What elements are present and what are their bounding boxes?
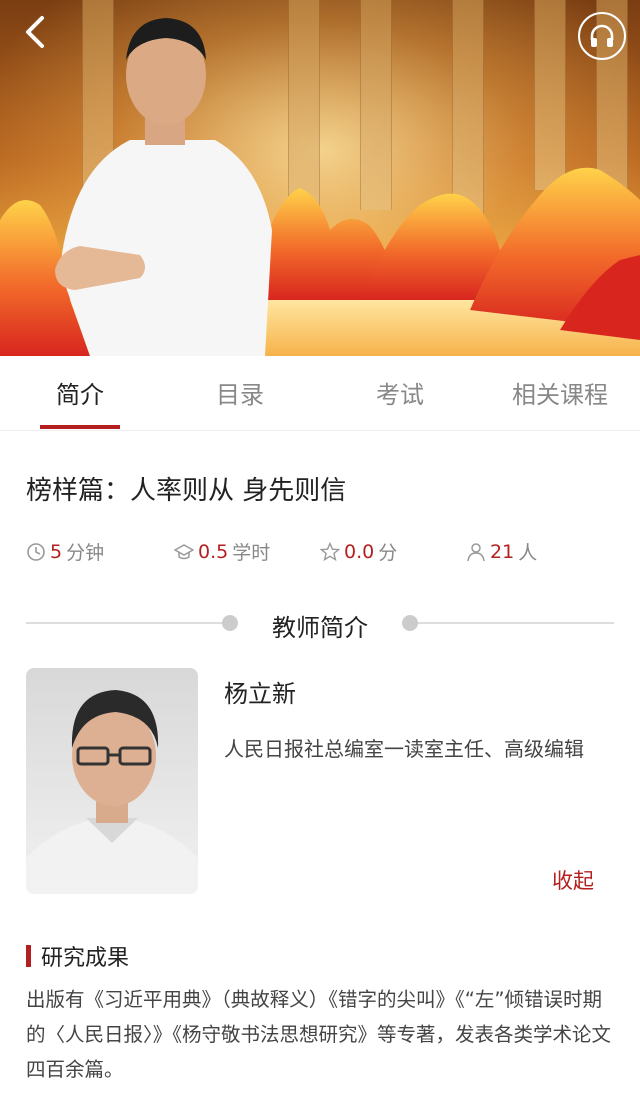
collapse-button[interactable]: 收起 [552,865,594,895]
course-tabs: 简介 目录 考试 相关课程 [0,356,640,431]
teacher-description: 人民日报社总编室一读室主任、高级编辑 [224,737,584,761]
rating-value: 0.0 [344,540,375,563]
duration-value: 5 [50,540,63,563]
credit-stat: 0.5 学时 [174,538,270,565]
tab-exam[interactable]: 考试 [320,356,480,430]
divider-dot-right [402,615,418,631]
star-icon [320,541,340,561]
back-button[interactable] [18,14,54,50]
tab-intro[interactable]: 简介 [0,356,160,430]
teacher-avatar [26,668,198,894]
teacher-section-heading: 教师简介 [272,614,368,642]
tab-catalog[interactable]: 目录 [160,356,320,430]
teacher-name: 杨立新 [224,680,296,708]
research-heading-row: 研究成果 [26,940,129,972]
rating-stat: 0.0 分 [320,538,397,565]
divider-line-right [418,622,614,624]
rating-unit: 分 [378,542,398,564]
graduation-cap-icon [174,543,194,559]
audio-mode-button[interactable] [578,12,626,60]
active-tab-indicator [40,425,120,429]
section-accent-bar [26,945,31,967]
learners-stat: 21 人 [466,538,537,565]
teacher-portrait [26,690,198,894]
video-player[interactable] [0,0,640,356]
learners-value: 21 [490,540,515,563]
teacher-section-divider: 教师简介 [0,608,640,642]
duration-unit: 分钟 [66,542,105,564]
presenter-figure [55,18,272,356]
headphones-icon [590,24,614,47]
tab-related-courses[interactable]: 相关课程 [480,356,640,430]
person-icon [467,542,485,561]
learners-unit: 人 [518,542,538,564]
course-title: 榜样篇：人率则从 身先则信 [26,476,347,506]
research-heading: 研究成果 [41,946,130,971]
credit-unit: 学时 [232,542,271,564]
chevron-left-icon [26,16,44,48]
research-text: 出版有《习近平用典》（典故释义）《错字的尖叫》《“左”倾错误时期的〈人民日报〉》… [26,988,612,1081]
credit-value: 0.5 [198,540,229,563]
duration-stat: 5 分钟 [26,538,104,565]
clock-icon [27,542,45,561]
